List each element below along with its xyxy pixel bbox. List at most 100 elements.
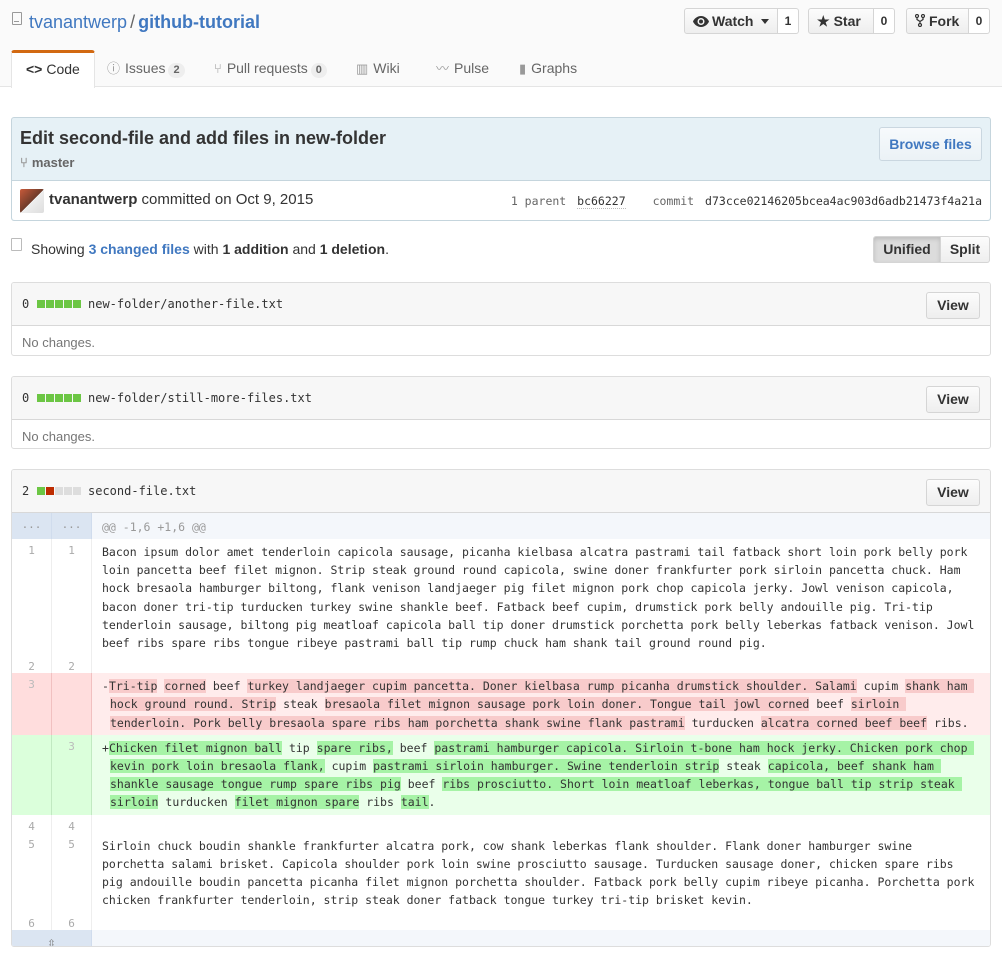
star-icon: ★ bbox=[817, 13, 830, 29]
avatar[interactable] bbox=[20, 189, 44, 213]
added-line: 3 +Chicken filet mignon ball tip spare ri… bbox=[12, 734, 990, 815]
diffstat bbox=[37, 300, 82, 308]
diffstat bbox=[37, 394, 82, 402]
diffstat-block bbox=[46, 487, 54, 495]
new-line-number[interactable]: 3 bbox=[52, 734, 92, 815]
pulse-icon: 〰 bbox=[436, 61, 450, 76]
unchanged-text: steak bbox=[719, 759, 768, 774]
old-line-number[interactable]: 6 bbox=[12, 912, 52, 931]
diffstat-block bbox=[37, 487, 45, 495]
tab-issues-label: Issues bbox=[125, 60, 166, 76]
code-icon: <> bbox=[26, 61, 43, 77]
added-word: spare ribs, bbox=[316, 740, 393, 755]
fork-count[interactable]: 0 bbox=[969, 8, 990, 34]
diffstat-block bbox=[73, 394, 81, 402]
new-line-number[interactable] bbox=[52, 673, 92, 735]
old-line-number[interactable]: 3 bbox=[12, 673, 52, 735]
code-line: -Tri-tip corned beef turkey landjaeger c… bbox=[92, 673, 990, 735]
view-file-button[interactable]: View bbox=[926, 479, 980, 506]
chevron-down-icon bbox=[761, 19, 770, 24]
author-link[interactable]: tvanantwerp bbox=[49, 191, 137, 208]
unchanged-text: . bbox=[428, 795, 436, 810]
minus-marker: - bbox=[102, 679, 109, 694]
added-word: filet mignon spare bbox=[234, 795, 360, 810]
view-file-button[interactable]: View bbox=[926, 292, 980, 319]
old-line-number[interactable]: 1 bbox=[12, 539, 52, 656]
star-label: Star bbox=[833, 13, 861, 29]
diffstat-block bbox=[64, 487, 72, 495]
diffstat-block bbox=[73, 300, 81, 308]
commit-box: Edit second-file and add files in new-fo… bbox=[11, 117, 991, 221]
file-name[interactable]: new-folder/another-file.txt bbox=[88, 297, 283, 311]
expand-cell[interactable]: ⇳ bbox=[12, 930, 92, 946]
branch-icon: ⑂ bbox=[20, 155, 28, 170]
parent-sha-link[interactable]: bc66227 bbox=[577, 194, 626, 209]
view-file-button[interactable]: View bbox=[926, 386, 980, 413]
sha-block: 1 parent bc66227 commit d73cce02146205bc… bbox=[511, 194, 982, 209]
deleted-word: corned bbox=[164, 679, 206, 694]
unchanged-text: beef bbox=[809, 697, 851, 712]
tab-pull-requests[interactable]: ⑂ Pull requests 0 bbox=[214, 50, 327, 87]
changed-files-link[interactable]: 3 changed files bbox=[89, 241, 190, 257]
tab-wiki[interactable]: ▥ Wiki bbox=[356, 50, 400, 87]
split-button[interactable]: Split bbox=[941, 236, 990, 263]
tab-pulse[interactable]: 〰 Pulse bbox=[436, 50, 489, 87]
branch-name[interactable]: master bbox=[32, 155, 75, 170]
new-line-number[interactable]: 4 bbox=[52, 814, 92, 833]
new-line-number[interactable]: 6 bbox=[52, 912, 92, 931]
diffstat-block bbox=[37, 300, 45, 308]
unchanged-text: tip bbox=[282, 740, 317, 755]
tab-code-label: Code bbox=[46, 61, 80, 77]
file-header: 2 second-file.txt View bbox=[12, 470, 990, 513]
expand-icon[interactable]: ⇳ bbox=[47, 935, 55, 946]
commit-sha: d73cce02146205bcea4ac903d6adb21473f4a21a bbox=[705, 194, 982, 208]
old-line-number[interactable]: 2 bbox=[12, 655, 52, 674]
commit-branch: ⑂ master bbox=[20, 155, 74, 170]
new-line-number[interactable]: 2 bbox=[52, 655, 92, 674]
file-name[interactable]: new-folder/still-more-files.txt bbox=[88, 391, 312, 405]
deleted-word: bresaola filet mignon sausage pork loin … bbox=[324, 697, 810, 712]
tab-issues[interactable]: ⓘ Issues 2 bbox=[107, 50, 185, 87]
expand-row: ⇳ bbox=[12, 930, 990, 946]
line-number[interactable]: ... bbox=[52, 513, 92, 539]
unchanged-text: cupim bbox=[324, 759, 374, 774]
issues-counter: 2 bbox=[168, 63, 185, 78]
star-count[interactable]: 0 bbox=[874, 8, 895, 34]
additions-count: 1 addition bbox=[222, 241, 289, 257]
old-line-number[interactable]: 4 bbox=[12, 814, 52, 833]
unchanged-text: ribs bbox=[359, 795, 401, 810]
repo-owner-link[interactable]: tvanantwerp bbox=[29, 12, 127, 32]
watch-button[interactable]: Watch bbox=[684, 8, 778, 34]
hunk-header: @@ -1,6 +1,6 @@ bbox=[102, 520, 206, 534]
new-line-number[interactable]: 5 bbox=[52, 832, 92, 913]
star-button[interactable]: ★ Star bbox=[808, 8, 874, 34]
line-number[interactable]: ... bbox=[12, 513, 52, 539]
file-diff-icon bbox=[11, 238, 22, 251]
repo-name-link[interactable]: github-tutorial bbox=[138, 12, 260, 32]
unchanged-text: beef bbox=[205, 679, 248, 694]
unchanged-text: turducken bbox=[684, 715, 761, 730]
new-line-number[interactable]: 1 bbox=[52, 539, 92, 656]
file-name[interactable]: second-file.txt bbox=[88, 484, 196, 498]
deleted-word: Tri-tip bbox=[108, 679, 158, 694]
browse-files-button[interactable]: Browse files bbox=[879, 127, 982, 161]
code-line: Sirloin chuck boudin shankle frankfurter… bbox=[102, 838, 982, 908]
diffstat-block bbox=[64, 300, 72, 308]
fork-button[interactable]: Fork bbox=[906, 8, 969, 34]
tab-graphs-label: Graphs bbox=[531, 60, 578, 76]
watch-count[interactable]: 1 bbox=[778, 8, 799, 34]
code-line: Bacon ipsum dolor amet tenderloin capico… bbox=[102, 545, 982, 651]
hunk-header-row: ... ... @@ -1,6 +1,6 @@ bbox=[12, 513, 990, 539]
tab-code[interactable]: <> Code bbox=[11, 50, 95, 88]
diffstat-block bbox=[64, 394, 72, 402]
commit-label: commit bbox=[652, 194, 695, 208]
code-line: +Chicken filet mignon ball tip spare rib… bbox=[92, 735, 990, 815]
file-change-count: 0 bbox=[22, 297, 30, 311]
old-line-number[interactable]: 5 bbox=[12, 832, 52, 913]
context-line: 44 bbox=[12, 814, 990, 833]
old-line-number[interactable] bbox=[12, 734, 52, 815]
tab-graphs[interactable]: ▮ Graphs bbox=[519, 50, 577, 87]
unified-button[interactable]: Unified bbox=[873, 236, 941, 263]
diff-lines: 1 1 Bacon ipsum dolor amet tenderloin capi… bbox=[12, 539, 990, 931]
